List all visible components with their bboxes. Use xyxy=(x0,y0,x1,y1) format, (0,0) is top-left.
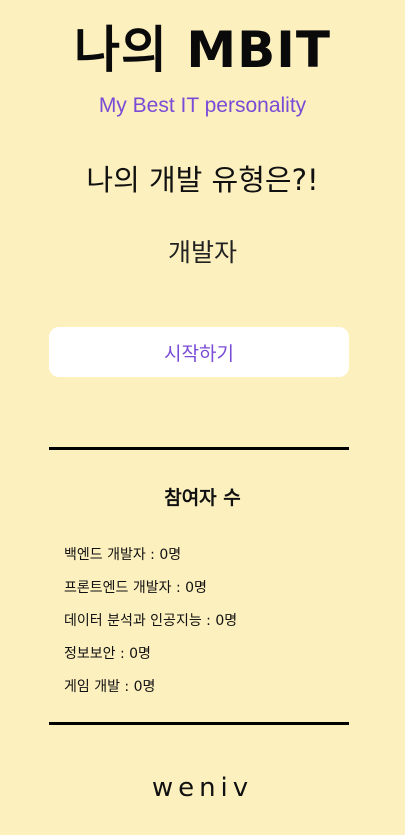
participant-count-security: 정보보안 : 0명 xyxy=(64,646,151,662)
divider-top xyxy=(49,447,349,450)
page-subtitle: My Best IT personality xyxy=(98,94,307,117)
participant-count-backend: 백엔드 개발자 : 0명 xyxy=(64,547,182,563)
participant-count-frontend: 프론트엔드 개발자 : 0명 xyxy=(64,580,207,596)
app-container: 나의 MBIT My Best IT personality 나의 개발 유형은… xyxy=(0,0,405,835)
weniv-logo: weniv xyxy=(151,773,254,803)
start-button[interactable]: 시작하기 xyxy=(49,327,349,377)
participants-title: 참여자 수 xyxy=(164,487,241,509)
question-text: 나의 개발 유형은?! xyxy=(86,163,319,197)
divider-bottom xyxy=(49,722,349,725)
participant-count-data-ai: 데이터 분석과 인공지능 : 0명 xyxy=(64,613,238,629)
participants-list: 백엔드 개발자 : 0명 프론트엔드 개발자 : 0명 데이터 분석과 인공지능… xyxy=(64,542,237,707)
page-title: 나의 MBIT xyxy=(74,21,331,79)
result-text: 개발자 xyxy=(167,238,237,267)
participant-count-game: 게임 개발 : 0명 xyxy=(64,679,156,695)
